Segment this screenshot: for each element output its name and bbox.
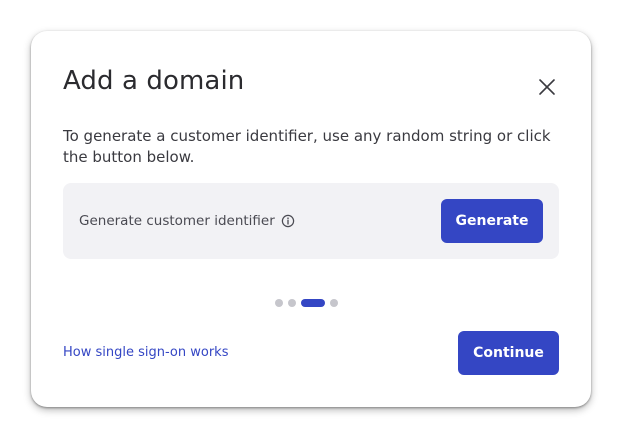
generate-identifier-panel: Generate customer identifier Generate [63,183,559,259]
generate-button[interactable]: Generate [441,199,543,243]
step-indicator [275,299,338,307]
close-icon [539,79,555,95]
continue-button[interactable]: Continue [458,331,559,375]
close-button[interactable] [537,77,557,97]
generate-identifier-label: Generate customer identifier [79,213,275,229]
dialog-description: To generate a customer identifier, use a… [63,127,551,166]
step-dot-4[interactable] [330,299,338,307]
step-dot-1[interactable] [275,299,283,307]
dialog-title: Add a domain [63,66,245,96]
step-dot-3[interactable] [301,299,325,307]
add-domain-dialog: Add a domain To generate a customer iden… [31,31,591,407]
step-dot-2[interactable] [288,299,296,307]
info-icon[interactable] [281,213,295,228]
how-sso-works-link[interactable]: How single sign-on works [63,344,228,362]
